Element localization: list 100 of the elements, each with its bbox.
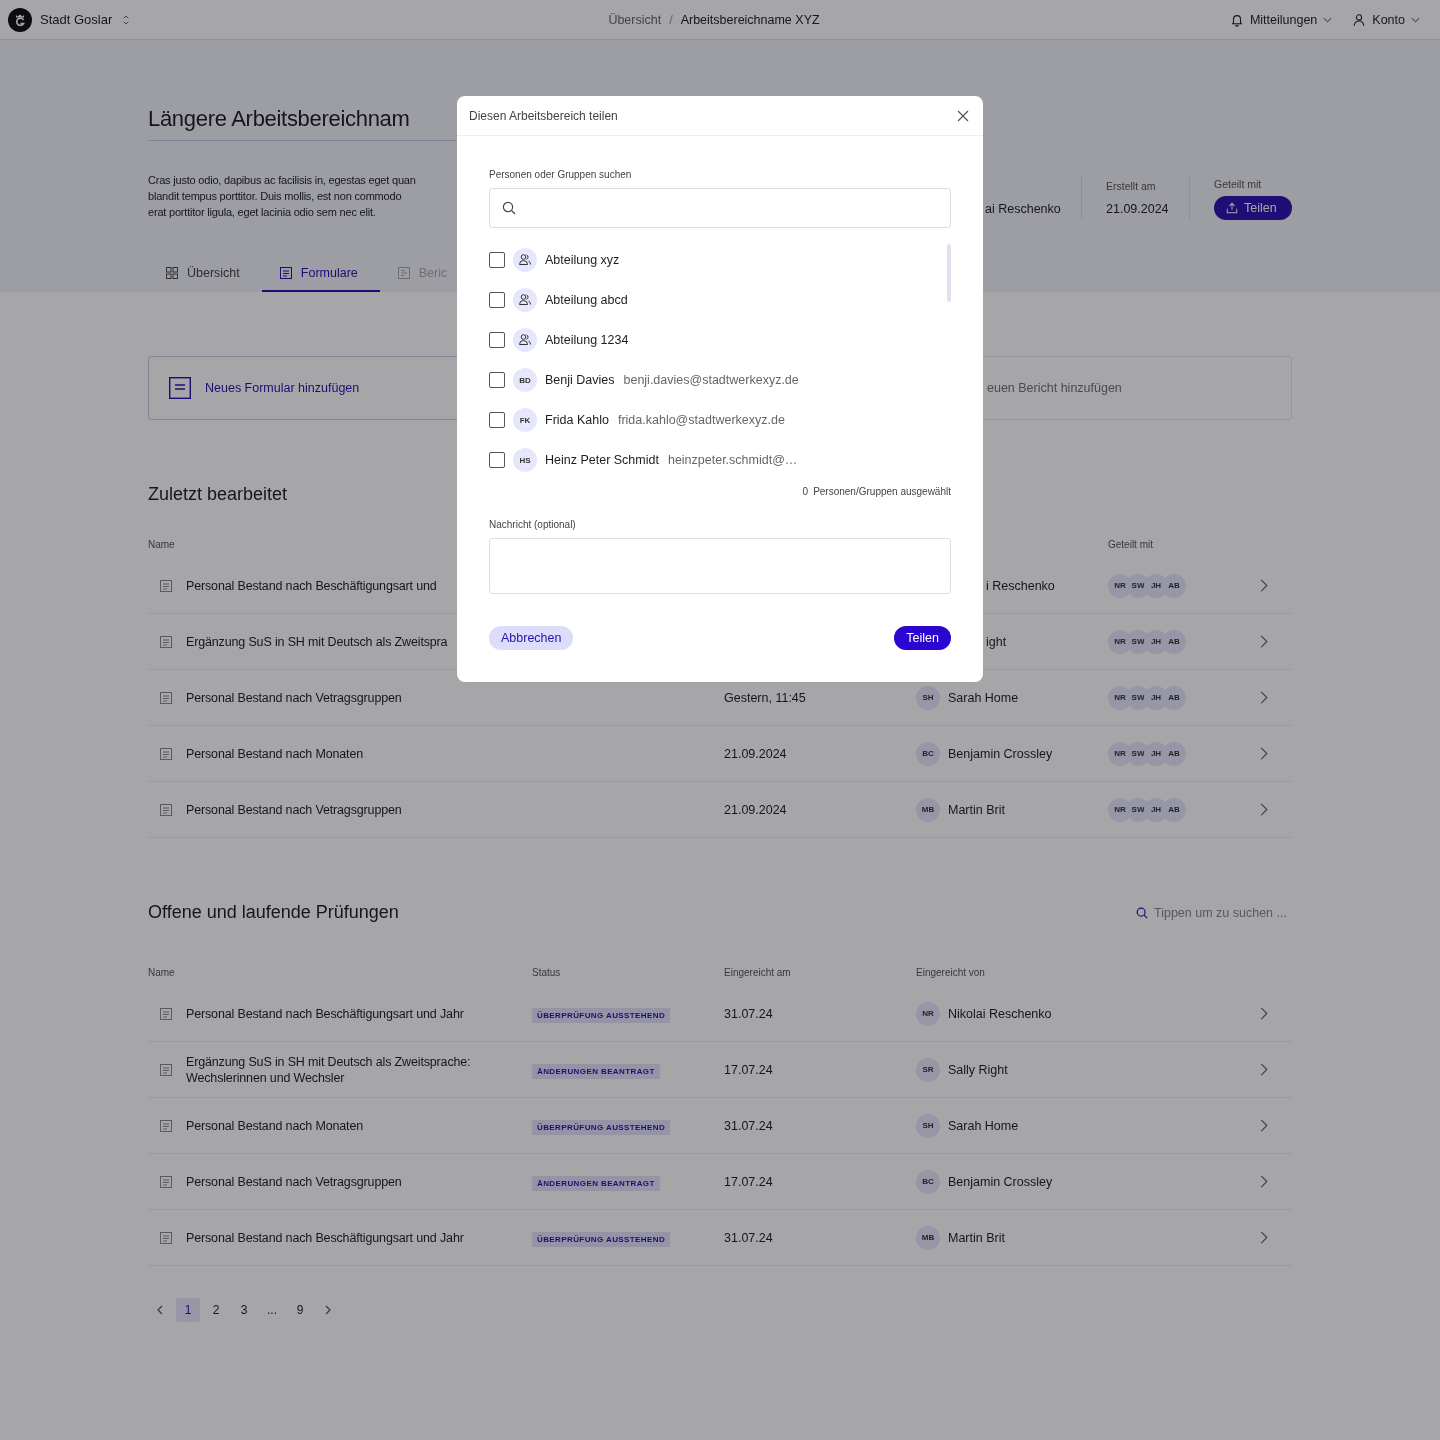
document-icon [160,1119,172,1132]
tab[interactable]: Formulare [261,256,380,292]
chevron-right-icon[interactable] [1260,635,1268,648]
section-title: Zuletzt bearbeitet [148,483,288,506]
date-cell: 17.07.24 [724,1063,773,1077]
search-field[interactable] [489,188,951,228]
avatar: SH [916,1113,940,1138]
email-address: heinzpeter.schmidt@… [667,453,798,467]
table-row[interactable]: Personal Bestand nach Vetragsgruppen ÄNDERUNGEN BEANTRAGT 17.07.24 BC Benjamin Crossley [148,1154,1292,1210]
user-icon[interactable] [1352,12,1367,27]
avatar: AB [1162,573,1186,598]
item-name[interactable]: Frida Kahlo [545,413,609,427]
date-cell: 31.07.24 [724,1231,773,1245]
checkbox[interactable] [489,252,505,268]
chevron-right-icon[interactable] [1260,1119,1268,1132]
date-cell: 31.07.24 [724,1007,773,1021]
date-cell: 21.09.2024 [724,747,787,761]
breadcrumb-link[interactable]: Übersicht [608,12,662,27]
avatar: MB [916,1225,940,1250]
table-row[interactable]: Personal Bestand nach Monaten ÜBERPRÜFUNG AUSSTEHEND 31.07.24 SH Sarah Home [148,1098,1292,1154]
selection-count: 0 [802,486,809,497]
table-row[interactable]: Personal Bestand nach Monaten 21.09.2024 BC Benjamin Crossley NR SW JH AB [148,726,1292,782]
page-link[interactable]: 3 [232,1298,256,1322]
breadcrumb-link[interactable]: Arbeitsbereichname XYZ [680,12,820,27]
page-link[interactable]: ... [260,1298,284,1322]
upload-icon [1226,202,1238,214]
organization-name[interactable]: Stadt Goslar [40,12,113,27]
chevron-right-icon[interactable] [1260,803,1268,816]
form-name: Ergänzung SuS in SH mit Deutsch als Zweitsprache: Wechslerinnen und Wechsler [186,1053,472,1086]
document-icon [160,1231,172,1244]
chevron-right-icon[interactable] [1260,1231,1268,1244]
chevron-right-icon[interactable] [1260,747,1268,760]
search-icon [502,201,516,215]
search-field[interactable]: Tippen um zu suchen ... [1136,905,1292,920]
search-icon [1136,906,1148,919]
checkbox[interactable] [489,412,505,428]
bell-icon[interactable] [1229,12,1244,27]
document-icon [160,747,172,760]
column-header: Name [148,538,176,550]
avatar: AB [1162,685,1186,710]
item-name[interactable]: Benji Davies [545,373,615,387]
page-link[interactable]: 9 [288,1298,312,1322]
checkbox[interactable] [489,372,505,388]
logo-icon[interactable] [8,7,32,32]
checkbox[interactable] [489,332,505,348]
workspace-title[interactable]: Längere Arbeitsbereichnam [148,104,410,140]
avatar: AB [1162,629,1186,654]
checkbox[interactable] [489,292,505,308]
share-button[interactable]: Teilen [1214,196,1292,220]
item-name[interactable]: Abteilung abcd [545,293,628,307]
chevron-right-icon[interactable] [1260,579,1268,592]
document-icon [160,1175,172,1188]
chevron-right-icon[interactable] [1260,1007,1268,1020]
person-name: Sarah Home [948,690,1019,705]
chevron-right-icon[interactable] [1260,1063,1268,1076]
submit-button[interactable]: Teilen [894,626,951,650]
form-name: Ergänzung SuS in SH mit Deutsch als Zweitspra [186,634,448,649]
avatar: SH [916,685,940,710]
table-row[interactable]: Personal Bestand nach Beschäftigungsart und Jahr ÜBERPRÜFUNG AUSSTEHEND 31.07.24 NR Nikolai Reschenko [148,986,1292,1042]
chevron-down-icon[interactable] [1411,16,1420,23]
status-tag: ÜBERPRÜFUNG AUSSTEHEND [532,1232,671,1247]
field-label: Nachricht (optional) [489,518,577,532]
created-label: Erstellt am [1106,180,1156,192]
page-link[interactable]: 2 [204,1298,228,1322]
column-header: Name [148,966,176,978]
item-name[interactable]: Heinz Peter Schmidt [545,453,659,467]
table-row[interactable]: Personal Bestand nach Vetragsgruppen 21.09.2024 MB Martin Brit NR SW JH AB [148,782,1292,838]
chevron-right-icon[interactable] [1260,1175,1268,1188]
avatar: AB [1162,797,1186,822]
cancel-button[interactable]: Abbrechen [489,626,574,650]
email-address: frida.kahlo@stadtwerkexyz.de [617,413,785,427]
table-row[interactable]: Ergänzung SuS in SH mit Deutsch als Zweitsprache: Wechslerinnen und Wechsler ÄNDERUNGEN BEANTRAGT 17.07.24 SR Sally Right [148,1042,1292,1098]
message-field[interactable] [489,538,951,594]
item-name[interactable]: Abteilung xyz [545,253,620,267]
page-link[interactable]: 1 [176,1298,200,1322]
selection-label: Personen/Gruppen ausgewählt [813,486,951,497]
status-tag: ÄNDERUNGEN BEANTRAGT [532,1064,660,1079]
field-label: Personen oder Gruppen suchen [489,168,633,182]
group-icon [513,248,537,272]
person-name: ight [986,634,1007,649]
status-tag: ÜBERPRÜFUNG AUSSTEHEND [532,1120,671,1135]
close-icon[interactable] [957,109,969,122]
checkbox[interactable] [489,452,505,468]
account-menu[interactable]: Konto [1372,12,1405,27]
chevron-right-icon[interactable] [1260,691,1268,704]
form-name: Personal Bestand nach Beschäftigungsart und Jahr [186,1005,464,1022]
tab[interactable]: Übersicht [148,256,262,292]
person-name: Martin Brit [948,1230,1005,1245]
chevron-down-icon[interactable] [1323,16,1333,23]
chevron-updown-icon[interactable] [122,13,131,26]
table-row[interactable]: Personal Bestand nach Beschäftigungsart und Jahr ÜBERPRÜFUNG AUSSTEHEND 31.07.24 MB Martin Brit [148,1210,1292,1266]
item-name[interactable]: Abteilung 1234 [545,333,629,347]
notifications-menu[interactable]: Mitteilungen [1249,12,1318,27]
email-address: benji.davies@stadtwerkexyz.de [623,373,799,387]
avatar: HS [513,448,537,472]
form-name: Personal Bestand nach Beschäftigungsart und Jahr [186,1229,464,1246]
form-name: Personal Bestand nach Monaten [186,746,364,761]
column-header: Eingereicht am [724,966,792,978]
document-icon [169,377,191,399]
person-name: Benjamin Crossley [948,1174,1053,1189]
